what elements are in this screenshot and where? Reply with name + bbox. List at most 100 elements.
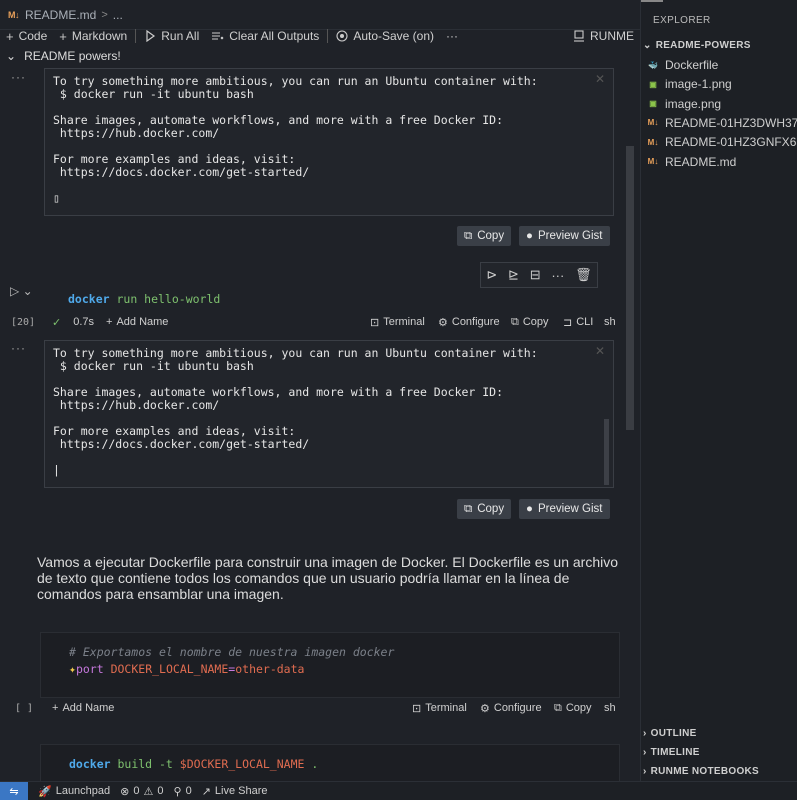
file-name: image-1.png	[665, 77, 732, 92]
breadcrumb-separator: >	[101, 8, 108, 21]
notebook-title-text: README powers!	[24, 49, 121, 63]
record-icon	[336, 30, 348, 42]
copy-icon: ⧉	[464, 502, 473, 515]
toolbar-more-button[interactable]: ···	[440, 29, 464, 43]
plus-icon: +	[52, 702, 59, 714]
code-keyword: docker	[69, 757, 111, 771]
explorer-sidebar: EXPLORER ⌄ README-POWERS 🐳 Dockerfile ▣ ima…	[640, 0, 797, 781]
configure-button[interactable]: ⚙ Configure	[438, 316, 500, 329]
runme-notebooks-section[interactable]: › RUNME NOTEBOOKS	[643, 766, 759, 777]
language-indicator[interactable]: sh	[604, 316, 616, 328]
chevron-right-icon: ›	[643, 728, 647, 739]
sparkle-icon: ✦	[69, 662, 76, 676]
file-item[interactable]: M↓ README-01HZ3GNFX63	[647, 135, 797, 149]
error-icon: ⊗	[120, 785, 130, 798]
markdown-paragraph[interactable]: Vamos a ejecutar Dockerfile para constru…	[37, 554, 627, 602]
github-icon: ●	[526, 503, 533, 515]
autosave-toggle[interactable]: Auto-Save (on)	[330, 29, 440, 43]
add-markdown-button[interactable]: + Markdown	[53, 29, 133, 44]
breadcrumb-filename[interactable]: README.md	[25, 8, 96, 22]
code-cell[interactable]: docker run hello-world	[40, 282, 620, 314]
language-indicator[interactable]: sh	[604, 702, 616, 714]
launchpad-button[interactable]: 🚀 Launchpad	[38, 785, 110, 798]
file-item[interactable]: ▣ image.png	[647, 97, 721, 111]
copy-output-button[interactable]: ⧉ Copy	[457, 226, 512, 246]
preview-gist-button[interactable]: ● Preview Gist	[519, 226, 610, 246]
terminal-button[interactable]: ⊡ Terminal	[370, 316, 425, 329]
ports-indicator[interactable]: ⚲ 0	[174, 785, 192, 798]
code-line: docker build -t $DOCKER_LOCAL_NAME .	[69, 757, 318, 771]
timeline-label: TIMELINE	[650, 747, 700, 758]
live-share-icon: ↗	[201, 785, 211, 798]
cli-button[interactable]: ⊐ CLI	[563, 316, 593, 329]
copy-cell-button[interactable]: ⧉ Copy	[554, 702, 592, 715]
live-share-button[interactable]: ↗ Live Share	[202, 785, 268, 798]
more-actions-icon[interactable]: ···	[551, 268, 564, 283]
image-icon: ▣	[649, 99, 657, 109]
live-share-label: Live Share	[214, 785, 268, 797]
outline-label: OUTLINE	[650, 728, 697, 739]
runme-label: RUNME	[590, 29, 634, 43]
code-args: run hello-world	[109, 292, 221, 306]
markdown-icon: M↓	[647, 137, 659, 147]
toolbar-divider	[135, 29, 137, 43]
copy-icon: ⧉	[511, 315, 519, 328]
output-more-icon[interactable]: ···	[11, 70, 26, 84]
output-text: To try something more ambitious, you can…	[53, 346, 538, 477]
notebook-title[interactable]: ⌄ README powers!	[6, 49, 121, 63]
toolbar-divider	[327, 29, 329, 43]
clear-all-icon	[212, 32, 224, 40]
github-icon: ●	[526, 230, 533, 242]
code-cell[interactable]: docker build -t $DOCKER_LOCAL_NAME .	[40, 744, 620, 781]
terminal-label: Terminal	[425, 702, 467, 714]
file-name: image.png	[665, 96, 722, 111]
terminal-icon: ⊡	[370, 316, 380, 329]
copy-icon: ⧉	[464, 229, 473, 242]
file-item[interactable]: ▣ image-1.png	[647, 77, 732, 91]
close-icon[interactable]: ✕	[595, 344, 605, 358]
remote-indicator[interactable]: ⇋	[0, 781, 28, 800]
runme-kernel-button[interactable]: RUNME	[567, 29, 640, 43]
chevron-right-icon: ›	[643, 747, 647, 758]
close-icon[interactable]: ✕	[595, 72, 605, 86]
add-code-label: Code	[18, 29, 48, 43]
cli-icon: ⊐	[563, 316, 573, 329]
breadcrumb-more[interactable]: ...	[113, 8, 123, 22]
code-line: docker run hello-world	[68, 292, 220, 306]
add-code-button[interactable]: + Code	[0, 29, 53, 44]
execute-above-icon[interactable]: ⊳	[486, 267, 497, 283]
clear-all-outputs-button[interactable]: Clear All Outputs	[205, 29, 325, 43]
output-panel: To try something more ambitious, you can…	[44, 68, 614, 216]
delete-icon[interactable]: 🗑	[575, 267, 592, 283]
split-cell-icon[interactable]: ⊟	[530, 267, 541, 283]
add-name-button[interactable]: + Add Name	[52, 702, 114, 714]
run-cell-button[interactable]: ▷ ⌄	[10, 284, 33, 298]
chevron-down-icon: ⌄	[6, 49, 17, 63]
copy-cell-button[interactable]: ⧉ Copy	[511, 316, 549, 329]
folder-header[interactable]: ⌄ README-POWERS	[643, 40, 751, 51]
configure-button[interactable]: ⚙ Configure	[480, 702, 542, 715]
launchpad-label: Launchpad	[55, 785, 111, 797]
problems-indicator[interactable]: ⊗ 0 ⚠ 0	[120, 785, 163, 798]
terminal-button[interactable]: ⊡ Terminal	[412, 702, 467, 715]
output-more-icon[interactable]: ···	[11, 341, 26, 355]
file-item[interactable]: M↓ README-01HZ3DWH37F	[647, 116, 797, 130]
editor-scrollbar[interactable]	[626, 146, 634, 430]
execution-duration: 0.7s	[73, 316, 95, 328]
file-item[interactable]: 🐳 Dockerfile	[647, 58, 718, 72]
run-all-button[interactable]: Run All	[138, 29, 205, 43]
file-item[interactable]: M↓ README.md	[647, 155, 737, 169]
copy-output-button[interactable]: ⧉ Copy	[457, 499, 512, 519]
copy-label: Copy	[522, 316, 549, 328]
file-name: Dockerfile	[665, 58, 719, 72]
preview-gist-button[interactable]: ● Preview Gist	[519, 499, 610, 519]
add-name-button[interactable]: + Add Name	[106, 316, 168, 328]
output-scrollbar[interactable]	[604, 419, 609, 485]
output-panel: To try something more ambitious, you can…	[44, 340, 614, 488]
execute-below-icon[interactable]: ⊵	[508, 267, 519, 283]
execution-count: [ ]	[15, 702, 34, 714]
code-args: .	[304, 757, 319, 771]
code-cell[interactable]: # Exportamos el nombre de nuestra imagen…	[40, 632, 620, 698]
outline-section[interactable]: › OUTLINE	[643, 728, 697, 739]
timeline-section[interactable]: › TIMELINE	[643, 747, 700, 758]
